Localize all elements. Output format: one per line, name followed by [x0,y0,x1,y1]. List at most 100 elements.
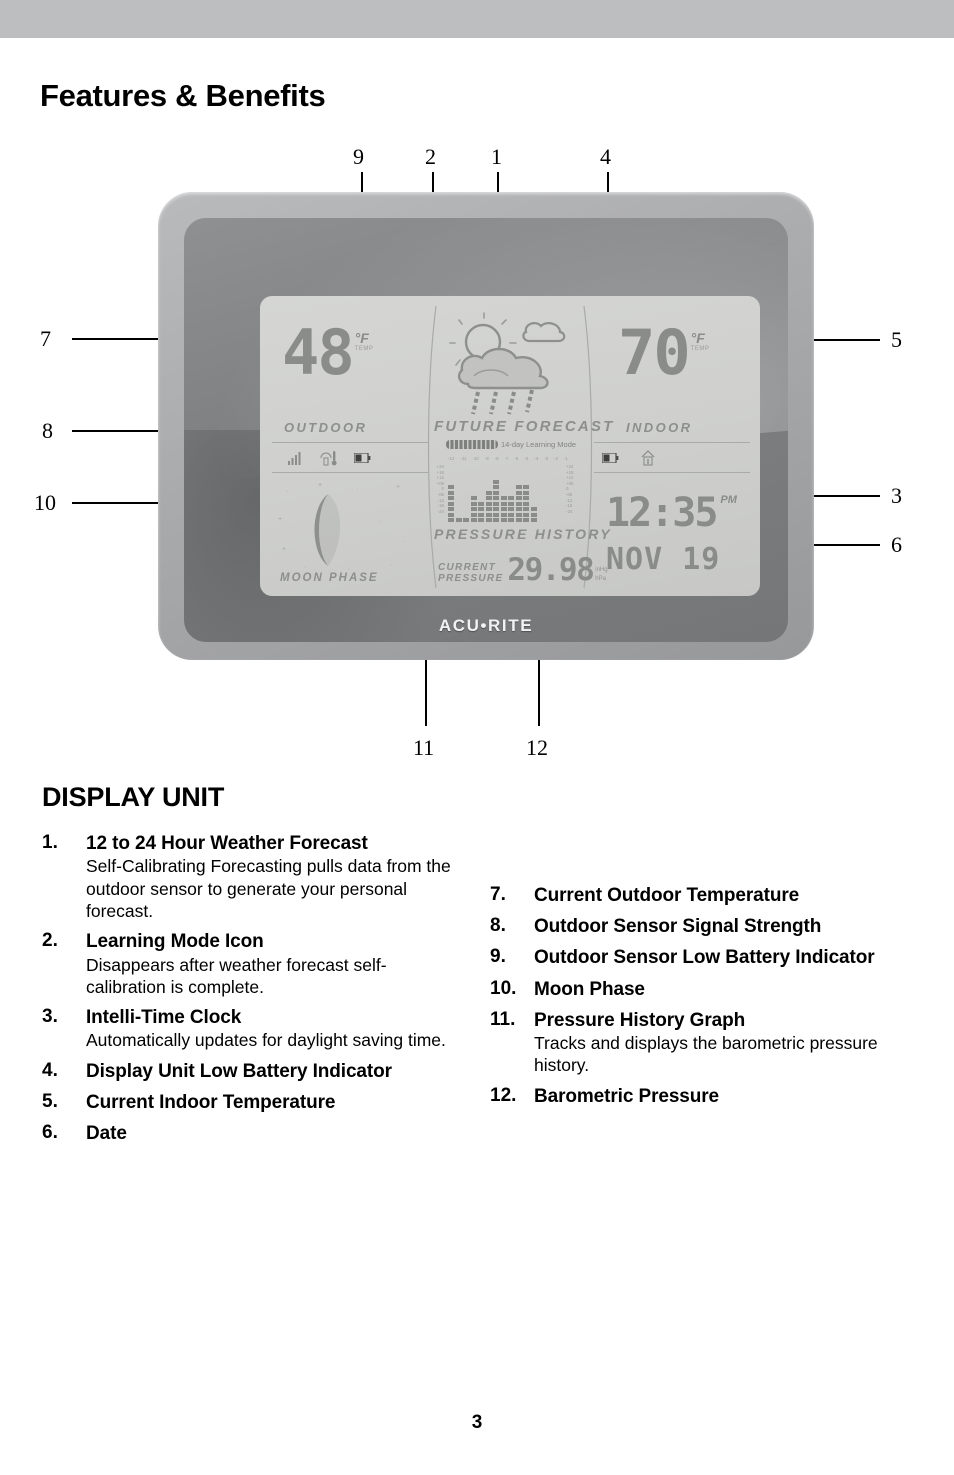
x-tick: -6 [514,456,519,461]
callout-1: 1 [491,144,502,169]
pressure-bar-cell [448,485,454,489]
callout-2: 2 [425,144,436,169]
pressure-bar-cell [470,518,477,522]
lcd-divider-left-1 [272,442,428,443]
pressure-bar [455,518,462,522]
pressure-bar-cell [515,490,522,495]
device-bezel: 48 °F TEMP OUTDOOR · + · + + · + · · · ·… [184,218,788,642]
list-item-number: 4. [42,1059,58,1081]
list-item-title: Current Outdoor Temperature [534,885,800,906]
pressure-bar-cell [508,512,514,517]
current-pressure-label: CURRENT PRESSURE [438,562,503,584]
list-item-number: 10. [490,977,517,999]
indoor-temp-sublabel: TEMP [690,346,710,352]
section-heading: DISPLAY UNIT [42,782,225,812]
list-item-description: Tracks and displays the barometric press… [534,1032,878,1076]
pressure-bar-cell [508,518,514,522]
display-unit-device: 48 °F TEMP OUTDOOR · + · + + · + · · · ·… [158,192,814,660]
pressure-graph-y-axis-right: +24 +18 +12 +06 0 -06 -12 -18 -24 [566,464,580,514]
list-item: 3. Intelli-Time Clock Automatically update… [42,1006,462,1052]
pressure-bar-cell [493,507,499,511]
pressure-bar-cell [523,507,529,511]
star-icon: · [378,518,381,525]
pressure-bar-cell [478,501,484,506]
pressure-bar [508,496,514,522]
list-item-number: 6. [42,1122,58,1144]
list-item-number: 9. [490,946,506,968]
list-item: 8. Outdoor Sensor Signal Strength [490,915,910,938]
pressure-bar-cell [485,512,492,517]
list-item-title: Pressure History Graph [534,1009,746,1031]
list-item-body: Date [86,1122,462,1145]
pressure-bar-cell [463,518,469,522]
lcd-divider-left-2 [272,472,428,473]
list-item-body: 12 to 24 Hour Weather Forecast Self-Calib… [86,832,462,922]
pressure-bar-cell [478,507,484,511]
pressure-bar-cell [470,496,477,500]
outdoor-temp-sublabel: TEMP [354,346,374,352]
moon-phase-label: MOON PHASE [280,572,379,584]
y-tick: -24 [437,508,444,514]
lcd-divider-right-2 [594,472,750,473]
outdoor-icon-row [288,450,371,466]
indoor-temperature-value: 70 [618,316,691,389]
pressure-bar [493,479,499,522]
list-item-number: 3. [42,1006,58,1028]
pressure-bar-cell [493,485,499,489]
lcd-right-column: 70 °F TEMP INDOOR 12:35 PM NOV 19 [584,296,760,596]
clock-group: 12:35 PM [606,490,737,536]
list-item-title: Date [86,1123,127,1145]
callout-5: 5 [891,327,902,352]
x-tick: -2 [554,456,558,461]
x-tick: -8 [494,456,499,461]
pressure-bar-cell [523,518,529,522]
list-item-number: 5. [42,1091,58,1113]
pressure-bar-cell [500,501,507,506]
list-item-body: Current Indoor Temperature [86,1091,462,1114]
list-item: 10. Moon Phase [490,978,910,1001]
pressure-bar-cell [530,507,537,511]
indoor-label: INDOOR [626,420,693,435]
pressure-bar [515,485,522,522]
learning-mode-progress-bar [446,440,498,449]
outdoor-temperature-unit: °F [354,330,369,346]
pressure-bar-cell [485,507,492,511]
pressure-bar-cell [508,501,514,506]
date-value: NOV 19 [606,542,721,577]
pressure-bar-cell [515,512,522,517]
list-item-number: 1. [42,832,58,853]
star-icon: + [278,516,283,523]
outdoor-sensor-thermometer-icon [320,451,337,466]
signal-strength-icon [288,451,301,465]
indoor-temperature-group: 70 °F TEMP [618,322,709,384]
callout-3: 3 [891,483,902,508]
list-item: 1. 12 to 24 Hour Weather Forecast Self-Cal… [42,832,462,922]
list-item-description: Disappears after weather forecast self-c… [86,954,387,997]
x-tick: -4 [534,456,539,461]
callout-6: 6 [891,532,902,557]
pressure-bar [448,485,454,522]
pressure-bar-cell [500,496,507,500]
list-item-number: 2. [42,930,58,952]
pressure-bar-cell [478,518,484,522]
list-item-title: Current Indoor Temperature [86,1092,336,1114]
list-item-title: Barometric Pressure [534,1085,720,1107]
list-item-body: Barometric Pressure [534,1085,910,1108]
outdoor-temperature-value: 48 [282,316,355,389]
page-number: 3 [471,1412,483,1433]
pressure-bar-cell [530,518,537,522]
star-icon: + [282,546,287,553]
pressure-bar-cell [508,496,514,500]
pressure-bar-cell [470,501,477,506]
x-tick: -5 [524,456,529,461]
pressure-bar-cell [523,485,529,489]
learning-mode-label: 14-day Learning Mode [501,440,577,449]
pressure-bar-cell [515,496,522,500]
pressure-bar-cell [448,501,454,506]
lcd-divider-right-1 [594,442,750,443]
list-item-number: 11. [490,1008,516,1030]
list-item: 12. Barometric Pressure [490,1085,910,1108]
current-pressure-label-line1: CURRENT [438,562,496,573]
header-band [0,0,954,38]
pressure-bar-cell [523,512,529,517]
